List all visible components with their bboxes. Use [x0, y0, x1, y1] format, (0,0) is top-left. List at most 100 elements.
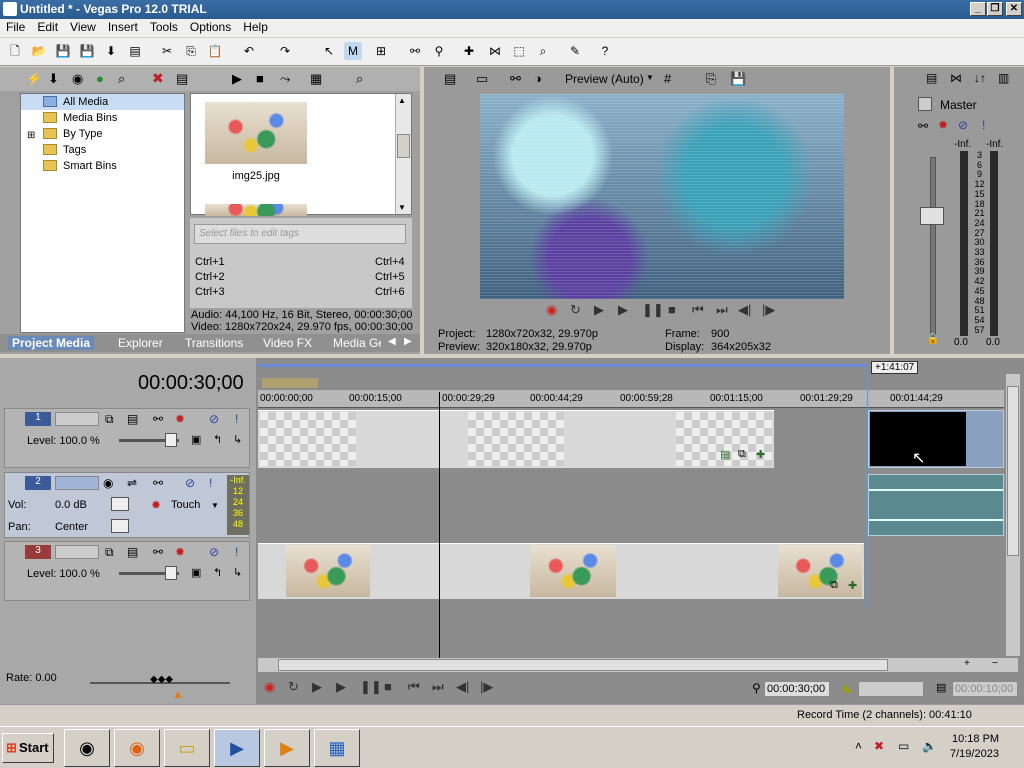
- track-fx-icon[interactable]: ▤: [127, 545, 138, 559]
- record-icon[interactable]: ◉: [264, 679, 275, 695]
- stop-icon[interactable]: ■: [668, 302, 676, 317]
- lightning-icon[interactable]: ⚡: [26, 71, 42, 87]
- auto-preview-icon[interactable]: ⤳: [280, 71, 290, 87]
- selection-length-field[interactable]: 00:00:10;00: [952, 681, 1018, 697]
- media-fx-icon[interactable]: ✚: [848, 579, 857, 592]
- mute-icon[interactable]: ⊘: [185, 476, 195, 490]
- loop-icon[interactable]: ↻: [288, 679, 299, 695]
- menu-file[interactable]: File: [0, 19, 31, 35]
- tree-item-smart-bins[interactable]: Smart Bins: [21, 158, 184, 174]
- split-screen-icon[interactable]: ◑: [534, 71, 542, 86]
- track-motion-icon[interactable]: ⧉: [105, 545, 114, 560]
- tag-input[interactable]: Select files to edit tags: [194, 224, 406, 244]
- capture-icon[interactable]: ◉: [72, 71, 83, 87]
- tab-explorer[interactable]: Explorer: [118, 336, 163, 350]
- pen-icon[interactable]: ✎: [566, 42, 584, 60]
- battery-icon[interactable]: ▭: [898, 739, 909, 753]
- scroll-down-icon[interactable]: ▼: [398, 203, 406, 212]
- show-hidden-icon[interactable]: ˄: [855, 739, 862, 753]
- parent-icon[interactable]: ↰: [213, 433, 222, 446]
- chevron-down-icon[interactable]: ▼: [211, 501, 219, 510]
- zoom-tool-icon[interactable]: ⌕: [534, 42, 552, 60]
- tab-media-generators[interactable]: Media Gen: [333, 336, 381, 350]
- copy-snapshot-icon[interactable]: ⎘: [706, 71, 716, 87]
- solo-icon[interactable]: !: [235, 545, 238, 559]
- menu-edit[interactable]: Edit: [31, 19, 64, 35]
- go-to-start-icon[interactable]: ⏮: [692, 302, 704, 318]
- track-lane-3[interactable]: ⧉ ✚: [258, 541, 1004, 601]
- pan-crop-icon[interactable]: ⧉: [830, 579, 838, 592]
- volume-slider[interactable]: [111, 497, 129, 511]
- tabs-right-icon[interactable]: ▶: [404, 336, 412, 347]
- chrome-icon[interactable]: ◉: [64, 729, 110, 767]
- snapping-icon[interactable]: ✚: [460, 42, 478, 60]
- pan-crop-icon[interactable]: ⧉: [738, 448, 746, 461]
- selection-start-field[interactable]: [858, 681, 924, 697]
- automation-icon[interactable]: ⚯: [918, 119, 928, 133]
- cursor-time-field[interactable]: 00:00:30;00: [764, 681, 830, 697]
- pause-icon[interactable]: ❚❚: [360, 679, 382, 695]
- start-button[interactable]: ⊞ Start: [2, 733, 54, 763]
- next-frame-icon[interactable]: |▶: [762, 302, 775, 318]
- scroll-thumb[interactable]: [278, 659, 888, 671]
- previous-frame-icon[interactable]: ◀|: [738, 302, 751, 318]
- invert-phase-icon[interactable]: ⇌: [127, 476, 137, 490]
- zoom-in-icon[interactable]: +: [964, 658, 970, 669]
- help-pointer-icon[interactable]: ?: [596, 42, 614, 60]
- import-media-icon[interactable]: ⬇: [48, 71, 59, 87]
- audio-clip[interactable]: [868, 474, 1004, 536]
- track-header-3[interactable]: 3 ⧉ ▤ ⚯ ✹ ⊘ ! Level: 100.0 % ▣ ↰ ↳: [4, 541, 250, 601]
- play-icon[interactable]: ▶: [336, 679, 346, 695]
- media-thumbnail[interactable]: [205, 204, 307, 216]
- master-dim-icon[interactable]: ▥: [998, 71, 1009, 85]
- network-icon[interactable]: ✖: [874, 739, 884, 753]
- master-link-icon[interactable]: ⋈: [950, 71, 962, 85]
- media-scrollbar[interactable]: ▲ ▼: [395, 94, 411, 214]
- copy-icon[interactable]: ⎘: [182, 42, 200, 60]
- tree-item-all-media[interactable]: All Media: [21, 94, 184, 110]
- next-frame-icon[interactable]: |▶: [480, 679, 493, 695]
- maximize-button[interactable]: ❐: [987, 2, 1003, 16]
- loop-region[interactable]: [258, 364, 868, 367]
- compositing-icon[interactable]: ▣: [191, 433, 201, 446]
- lock-envelopes-icon[interactable]: ⚲: [430, 42, 448, 60]
- properties-icon[interactable]: ▤: [126, 42, 144, 60]
- media-fx-icon[interactable]: ✚: [756, 448, 765, 461]
- compositing-icon[interactable]: ▣: [191, 566, 201, 579]
- go-to-start-icon[interactable]: ⏮: [408, 679, 420, 695]
- control-panel-icon[interactable]: ▦: [314, 729, 360, 767]
- media-thumbnail[interactable]: [205, 102, 307, 164]
- timeline-vertical-scrollbar[interactable]: [1006, 374, 1020, 656]
- scroll-thumb[interactable]: [1007, 386, 1019, 556]
- track-header-2[interactable]: 2 ◉ ⇌ ⚯ ⊘ ! Vol: 0.0 dB ✹ Touch ▼ Pan: C…: [4, 472, 250, 538]
- preview-quality-select[interactable]: Preview (Auto): [565, 72, 644, 86]
- track-header-1[interactable]: 1 ⧉ ▤ ⚯ ✹ ⊘ ! Level: 100.0 % ▣ ↰ ↳: [4, 408, 250, 468]
- stop-media-icon[interactable]: ■: [256, 71, 264, 86]
- views-icon[interactable]: ▦: [310, 71, 322, 87]
- mute-icon[interactable]: ⊘: [958, 118, 968, 132]
- tree-item-by-type[interactable]: ⊞ By Type: [21, 126, 184, 142]
- save-as-icon[interactable]: 💾: [78, 42, 96, 60]
- menu-view[interactable]: View: [64, 19, 102, 35]
- fx-icon[interactable]: ✹: [151, 498, 161, 512]
- play-icon[interactable]: ▶: [618, 302, 628, 318]
- scroll-up-icon[interactable]: ▲: [398, 96, 406, 105]
- playhead[interactable]: [439, 392, 440, 658]
- child-icon[interactable]: ↳: [233, 433, 242, 446]
- firefox-icon[interactable]: ◉: [114, 729, 160, 767]
- undo-icon[interactable]: ↶: [240, 42, 258, 60]
- loop-icon[interactable]: ↻: [570, 302, 581, 318]
- save-snapshot-icon[interactable]: 💾: [730, 71, 746, 87]
- video-fx-icon[interactable]: ⚯: [510, 71, 521, 87]
- go-to-end-icon[interactable]: ⏭: [432, 679, 444, 695]
- lock-icon[interactable]: 🔒: [926, 332, 940, 345]
- play-from-start-icon[interactable]: ▶: [312, 679, 322, 695]
- master-downmix-icon[interactable]: ↓↑: [974, 71, 986, 85]
- new-icon[interactable]: 🗋: [6, 42, 24, 60]
- save-icon[interactable]: 💾: [54, 42, 72, 60]
- timeline-horizontal-scrollbar[interactable]: + −: [258, 658, 1018, 672]
- search-icon[interactable]: ⌕: [356, 71, 363, 87]
- menu-options[interactable]: Options: [184, 19, 237, 35]
- tabs-left-icon[interactable]: ◀: [388, 336, 396, 347]
- go-to-end-icon[interactable]: ⏭: [716, 302, 728, 318]
